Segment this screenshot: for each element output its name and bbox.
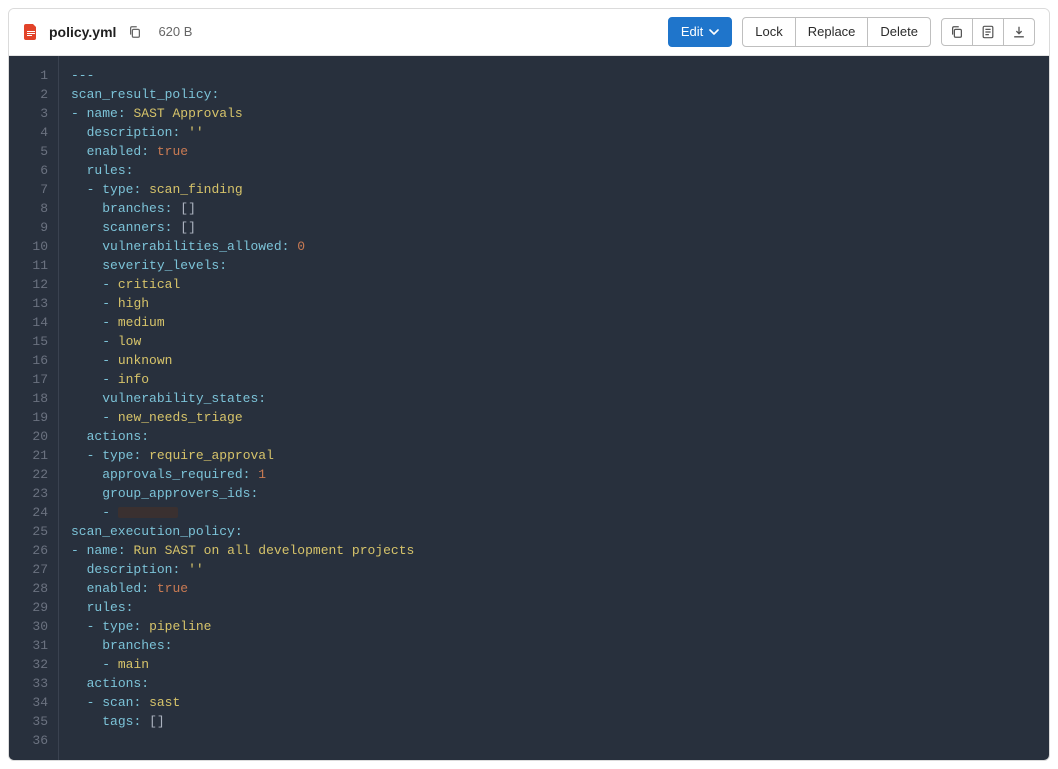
line-number: 17 (29, 370, 48, 389)
redacted-value (118, 507, 178, 518)
code-line: --- (71, 66, 1037, 85)
line-number: 20 (29, 427, 48, 446)
lock-button[interactable]: Lock (742, 17, 795, 47)
line-number: 11 (29, 256, 48, 275)
line-number: 21 (29, 446, 48, 465)
view-raw-button[interactable] (972, 18, 1004, 46)
code-line: enabled: true (71, 579, 1037, 598)
line-number: 22 (29, 465, 48, 484)
file-header: policy.yml 620 B Edit Lock Replace Delet… (9, 9, 1049, 56)
line-number: 23 (29, 484, 48, 503)
code-line: - medium (71, 313, 1037, 332)
line-number: 34 (29, 693, 48, 712)
line-number: 13 (29, 294, 48, 313)
code-line: rules: (71, 598, 1037, 617)
code-editor: 1234567891011121314151617181920212223242… (9, 56, 1049, 760)
line-number: 30 (29, 617, 48, 636)
line-number: 32 (29, 655, 48, 674)
download-button[interactable] (1003, 18, 1035, 46)
code-line: - type: pipeline (71, 617, 1037, 636)
copy-contents-button[interactable] (941, 18, 973, 46)
file-type-icon (23, 24, 39, 40)
line-number: 29 (29, 598, 48, 617)
line-number: 10 (29, 237, 48, 256)
line-number: 12 (29, 275, 48, 294)
edit-button-label: Edit (681, 24, 703, 40)
code-line: - scan: sast (71, 693, 1037, 712)
line-number: 8 (29, 199, 48, 218)
code-line: approvals_required: 1 (71, 465, 1037, 484)
line-number: 15 (29, 332, 48, 351)
code-line: - high (71, 294, 1037, 313)
code-line: - low (71, 332, 1037, 351)
line-number: 2 (29, 85, 48, 104)
line-number: 1 (29, 66, 48, 85)
line-number: 35 (29, 712, 48, 731)
code-line: - (71, 503, 1037, 522)
line-number: 5 (29, 142, 48, 161)
code-line: - type: require_approval (71, 446, 1037, 465)
code-line: - new_needs_triage (71, 408, 1037, 427)
code-line: tags: [] (71, 712, 1037, 731)
line-number-gutter: 1234567891011121314151617181920212223242… (9, 56, 59, 760)
code-line: - name: Run SAST on all development proj… (71, 541, 1037, 560)
file-actions-group: Lock Replace Delete (742, 17, 931, 47)
line-number: 33 (29, 674, 48, 693)
code-line: group_approvers_ids: (71, 484, 1037, 503)
code-line: actions: (71, 674, 1037, 693)
code-line: scan_result_policy: (71, 85, 1037, 104)
file-viewer: policy.yml 620 B Edit Lock Replace Delet… (8, 8, 1050, 761)
line-number: 3 (29, 104, 48, 123)
code-line: scan_execution_policy: (71, 522, 1037, 541)
line-number: 14 (29, 313, 48, 332)
line-number: 24 (29, 503, 48, 522)
line-number: 25 (29, 522, 48, 541)
line-number: 18 (29, 389, 48, 408)
line-number: 26 (29, 541, 48, 560)
file-name: policy.yml (49, 24, 116, 40)
line-number: 7 (29, 180, 48, 199)
code-line: - critical (71, 275, 1037, 294)
code-line: branches: (71, 636, 1037, 655)
line-number: 9 (29, 218, 48, 237)
code-line: scanners: [] (71, 218, 1037, 237)
line-number: 6 (29, 161, 48, 180)
code-line (71, 731, 1037, 750)
copy-path-icon[interactable] (126, 23, 144, 41)
code-line: enabled: true (71, 142, 1037, 161)
code-line: - type: scan_finding (71, 180, 1037, 199)
chevron-down-icon (709, 27, 719, 37)
delete-button[interactable]: Delete (867, 17, 931, 47)
code-line: description: '' (71, 560, 1037, 579)
code-line: - info (71, 370, 1037, 389)
file-size: 620 B (158, 24, 192, 39)
code-line: vulnerabilities_allowed: 0 (71, 237, 1037, 256)
code-line: actions: (71, 427, 1037, 446)
line-number: 28 (29, 579, 48, 598)
line-number: 31 (29, 636, 48, 655)
code-line: - main (71, 655, 1037, 674)
code-line: branches: [] (71, 199, 1037, 218)
code-line: severity_levels: (71, 256, 1037, 275)
code-content[interactable]: ---scan_result_policy:- name: SAST Appro… (59, 56, 1049, 760)
line-number: 19 (29, 408, 48, 427)
edit-button[interactable]: Edit (668, 17, 732, 47)
file-utility-group (941, 18, 1035, 46)
replace-button[interactable]: Replace (795, 17, 869, 47)
code-line: rules: (71, 161, 1037, 180)
code-line: description: '' (71, 123, 1037, 142)
code-line: vulnerability_states: (71, 389, 1037, 408)
line-number: 4 (29, 123, 48, 142)
code-line: - name: SAST Approvals (71, 104, 1037, 123)
code-line: - unknown (71, 351, 1037, 370)
line-number: 36 (29, 731, 48, 750)
line-number: 16 (29, 351, 48, 370)
line-number: 27 (29, 560, 48, 579)
